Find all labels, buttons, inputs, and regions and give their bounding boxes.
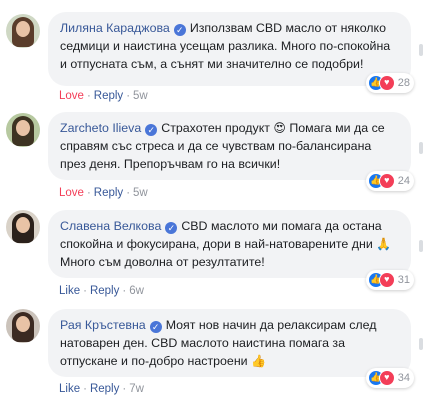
comment-author[interactable]: Лиляна Караджова [60,21,170,35]
options-indicator[interactable] [419,44,423,56]
love-link[interactable]: Love [59,90,84,102]
reaction-count: 31 [397,274,410,286]
timestamp[interactable]: 7w [129,383,144,395]
comment-author[interactable]: Рая Кръстевна [60,318,146,332]
thumbs-up-emoji-icon: 👍 [251,354,266,368]
options-indicator[interactable] [419,142,423,154]
like-link[interactable]: Like [59,285,80,297]
reaction-count: 24 [397,175,410,187]
verified-badge-icon: ✓ [165,222,178,234]
verified-badge-icon: ✓ [145,124,158,136]
comment-bubble: Славена Велкова ✓ CBD маслото ми помага да… [48,210,411,278]
comment-bubble: Zarcheto Ilieva ✓ Страхотен продукт 😍 Пома… [48,112,411,180]
reactions-summary[interactable]: 👍 ♥ 34 [365,368,414,388]
comment-text-end: Много съм доволна от резултатите! [60,255,265,269]
avatar[interactable] [6,210,40,244]
comment-actions: Like · Reply · 7w [59,383,144,395]
reply-link[interactable]: Reply [90,383,119,395]
comment-text-start: Страхотен продукт [161,121,274,135]
heart-eyes-emoji-icon: 😍 [273,121,286,135]
verified-badge-icon: ✓ [173,24,186,36]
avatar[interactable] [6,309,40,343]
love-reaction-icon: ♥ [378,272,395,288]
avatar[interactable] [6,14,40,48]
comment-author[interactable]: Zarcheto Ilieva [60,121,141,135]
reactions-summary[interactable]: 👍 ♥ 31 [365,270,414,290]
comment-actions: Love · Reply · 5w [59,187,148,199]
comment-author[interactable]: Славена Велкова [60,219,161,233]
comment-bubble: Рая Кръстевна ✓ Моят нов начин да релаксир… [48,309,411,377]
timestamp[interactable]: 6w [129,285,144,297]
reply-link[interactable]: Reply [90,285,119,297]
reply-link[interactable]: Reply [94,90,123,102]
avatar[interactable] [6,113,40,147]
comment-actions: Like · Reply · 6w [59,285,144,297]
reactions-summary[interactable]: 👍 ♥ 28 [365,73,414,93]
verified-badge-icon: ✓ [149,321,162,333]
timestamp[interactable]: 5w [133,187,148,199]
folded-hands-emoji-icon: 🙏 [376,237,392,251]
options-indicator[interactable] [419,338,423,350]
comment-bubble: Лиляна Караджова ✓ Използвам CBD масло от … [48,12,411,86]
comment-actions: Love · Reply · 5w [59,90,148,102]
love-reaction-icon: ♥ [378,75,395,91]
reaction-count: 28 [397,77,410,89]
love-reaction-icon: ♥ [378,173,395,189]
reaction-count: 34 [397,372,410,384]
options-indicator[interactable] [419,240,423,252]
reactions-summary[interactable]: 👍 ♥ 24 [365,171,414,191]
like-link[interactable]: Like [59,383,80,395]
reply-link[interactable]: Reply [94,187,123,199]
love-reaction-icon: ♥ [378,370,395,386]
timestamp[interactable]: 5w [133,90,148,102]
love-link[interactable]: Love [59,187,84,199]
